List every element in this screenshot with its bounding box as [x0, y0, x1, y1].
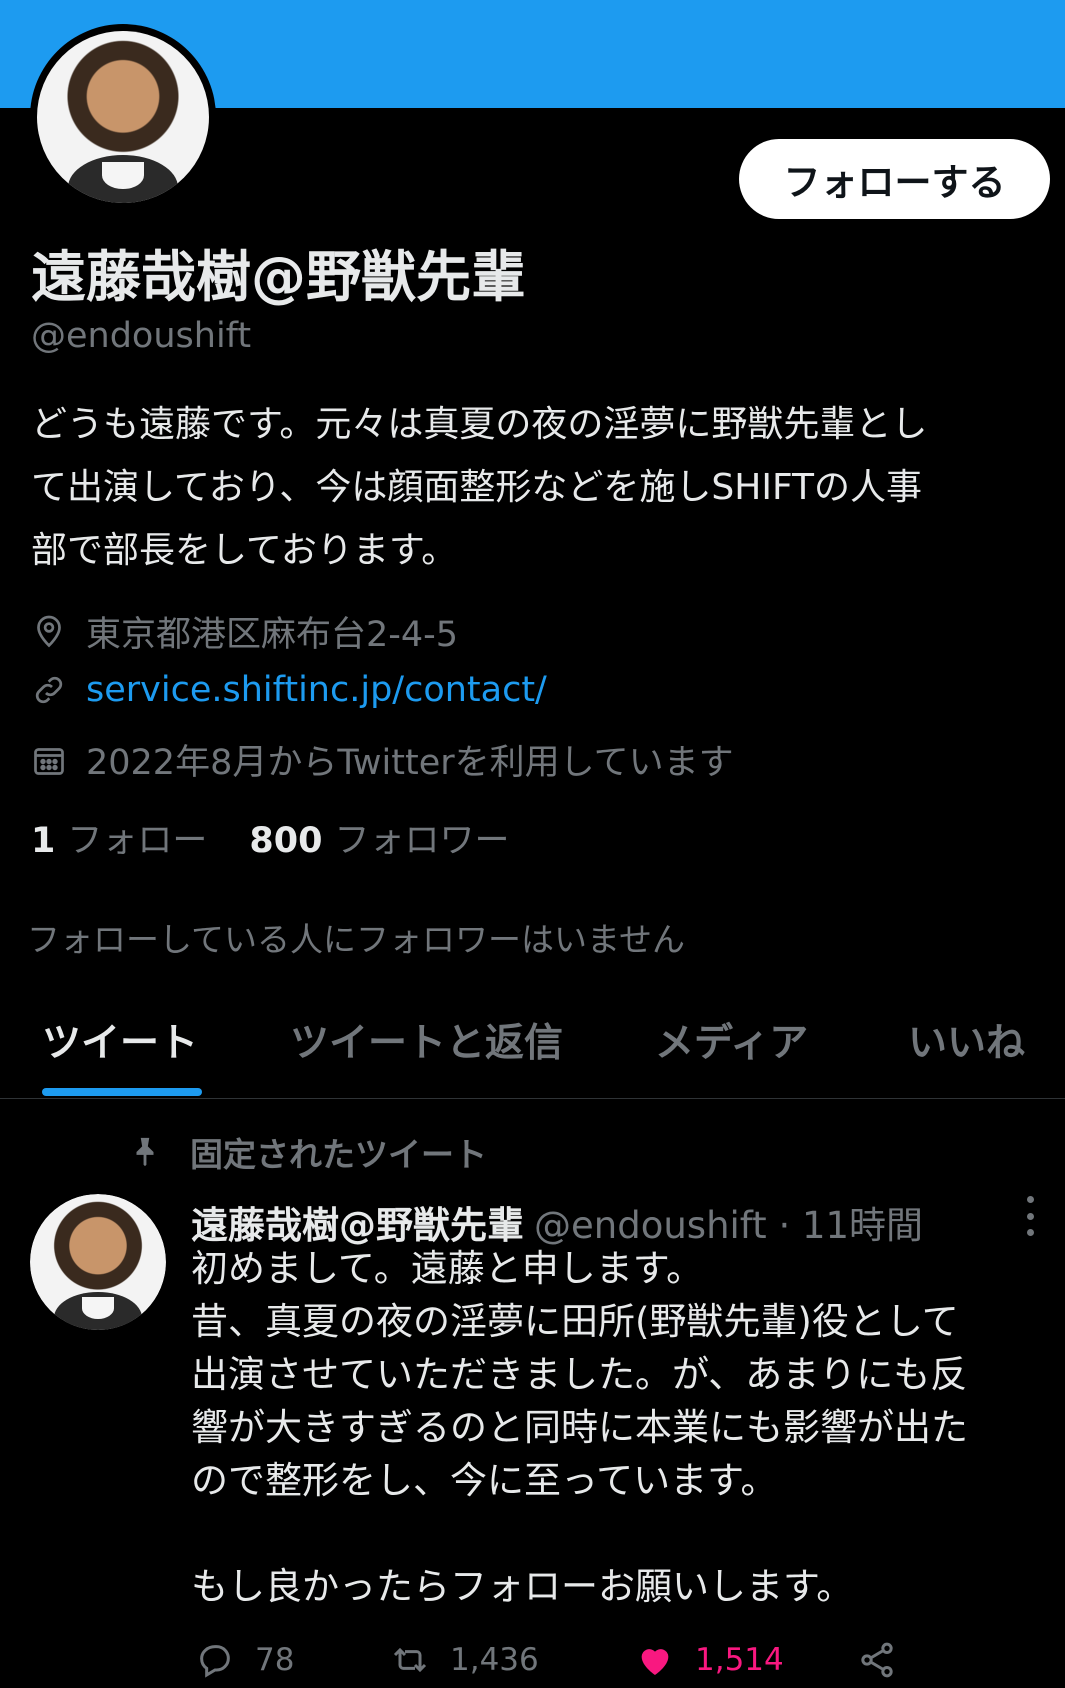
share-icon: [861, 1642, 893, 1678]
pinned-indicator: 固定されたツイート: [128, 1128, 487, 1176]
following-link[interactable]: 1 フォロー: [31, 821, 207, 861]
tweet-header: 遠藤哉樹@野獣先輩 @endoushift · 11時間: [191, 1195, 923, 1249]
tab-tweets-and-replies[interactable]: ツイートと返信: [290, 1012, 563, 1068]
followers-link[interactable]: 800 フォロワー: [249, 821, 509, 861]
tweet-author-meta[interactable]: @endoushift · 11時間: [534, 1204, 923, 1247]
calendar-icon: [34, 747, 64, 775]
followers-count: 800: [249, 821, 323, 861]
tab-likes[interactable]: いいね: [908, 1012, 1025, 1068]
followers-label: フォロワー: [334, 821, 510, 861]
share-button[interactable]: [857, 1640, 917, 1680]
more-icon[interactable]: [1020, 1196, 1040, 1236]
like-button[interactable]: 1,514: [635, 1640, 784, 1680]
pin-icon: [136, 1137, 154, 1167]
retweet-count: 1,436: [450, 1642, 539, 1678]
profile-display-name: 遠藤哉樹@野獣先輩: [31, 245, 527, 309]
profile-joined: 2022年8月からTwitterを利用しています: [31, 734, 734, 785]
profile-handle: @endoushift: [31, 316, 252, 356]
follow-counts: 1 フォロー 800 フォロワー: [31, 812, 509, 863]
tab-tweets[interactable]: ツイート: [42, 1012, 198, 1068]
reply-icon: [200, 1645, 230, 1678]
reply-count: 78: [255, 1642, 295, 1678]
profile-location: 東京都港区麻布台2-4-5: [31, 606, 458, 657]
link-text[interactable]: service.shiftinc.jp/contact/: [86, 670, 547, 710]
profile-bio: どうも遠藤です。元々は真夏の夜の淫夢に野獣先輩とし て出演しており、今は顔面整形…: [31, 404, 928, 571]
tweet-author-name[interactable]: 遠藤哉樹@野獣先輩: [191, 1204, 524, 1247]
follow-button[interactable]: フォローする: [739, 139, 1050, 219]
tweet-avatar[interactable]: [30, 1194, 166, 1330]
following-count: 1: [31, 821, 56, 861]
tweet-text: 初めまして。遠藤と申します。 昔、真夏の夜の淫夢に田所(野獣先輩)役として 出演…: [191, 1247, 968, 1608]
like-icon: [641, 1649, 669, 1675]
joined-text: 2022年8月からTwitterを利用しています: [86, 743, 734, 783]
profile-tabs: ツイート ツイートと返信 メディア いいね: [0, 1000, 1065, 1099]
active-tab-indicator: [42, 1088, 202, 1096]
followers-you-know: フォローしている人にフォロワーはいません: [27, 920, 686, 959]
retweet-button[interactable]: 1,436: [390, 1640, 539, 1680]
link-icon: [35, 676, 63, 704]
reply-button[interactable]: 78: [195, 1640, 294, 1680]
tweet-actions: 78 1,436 1,514: [195, 1640, 1045, 1684]
tab-media[interactable]: メディア: [655, 1012, 808, 1068]
pinned-label: 固定されたツイート: [190, 1135, 487, 1174]
following-label: フォロー: [67, 821, 208, 861]
profile-link[interactable]: service.shiftinc.jp/contact/: [31, 670, 547, 710]
profile-avatar[interactable]: [30, 24, 216, 210]
location-text: 東京都港区麻布台2-4-5: [86, 615, 459, 655]
like-count: 1,514: [695, 1642, 784, 1678]
location-icon: [37, 615, 61, 647]
retweet-icon: [393, 1647, 427, 1673]
